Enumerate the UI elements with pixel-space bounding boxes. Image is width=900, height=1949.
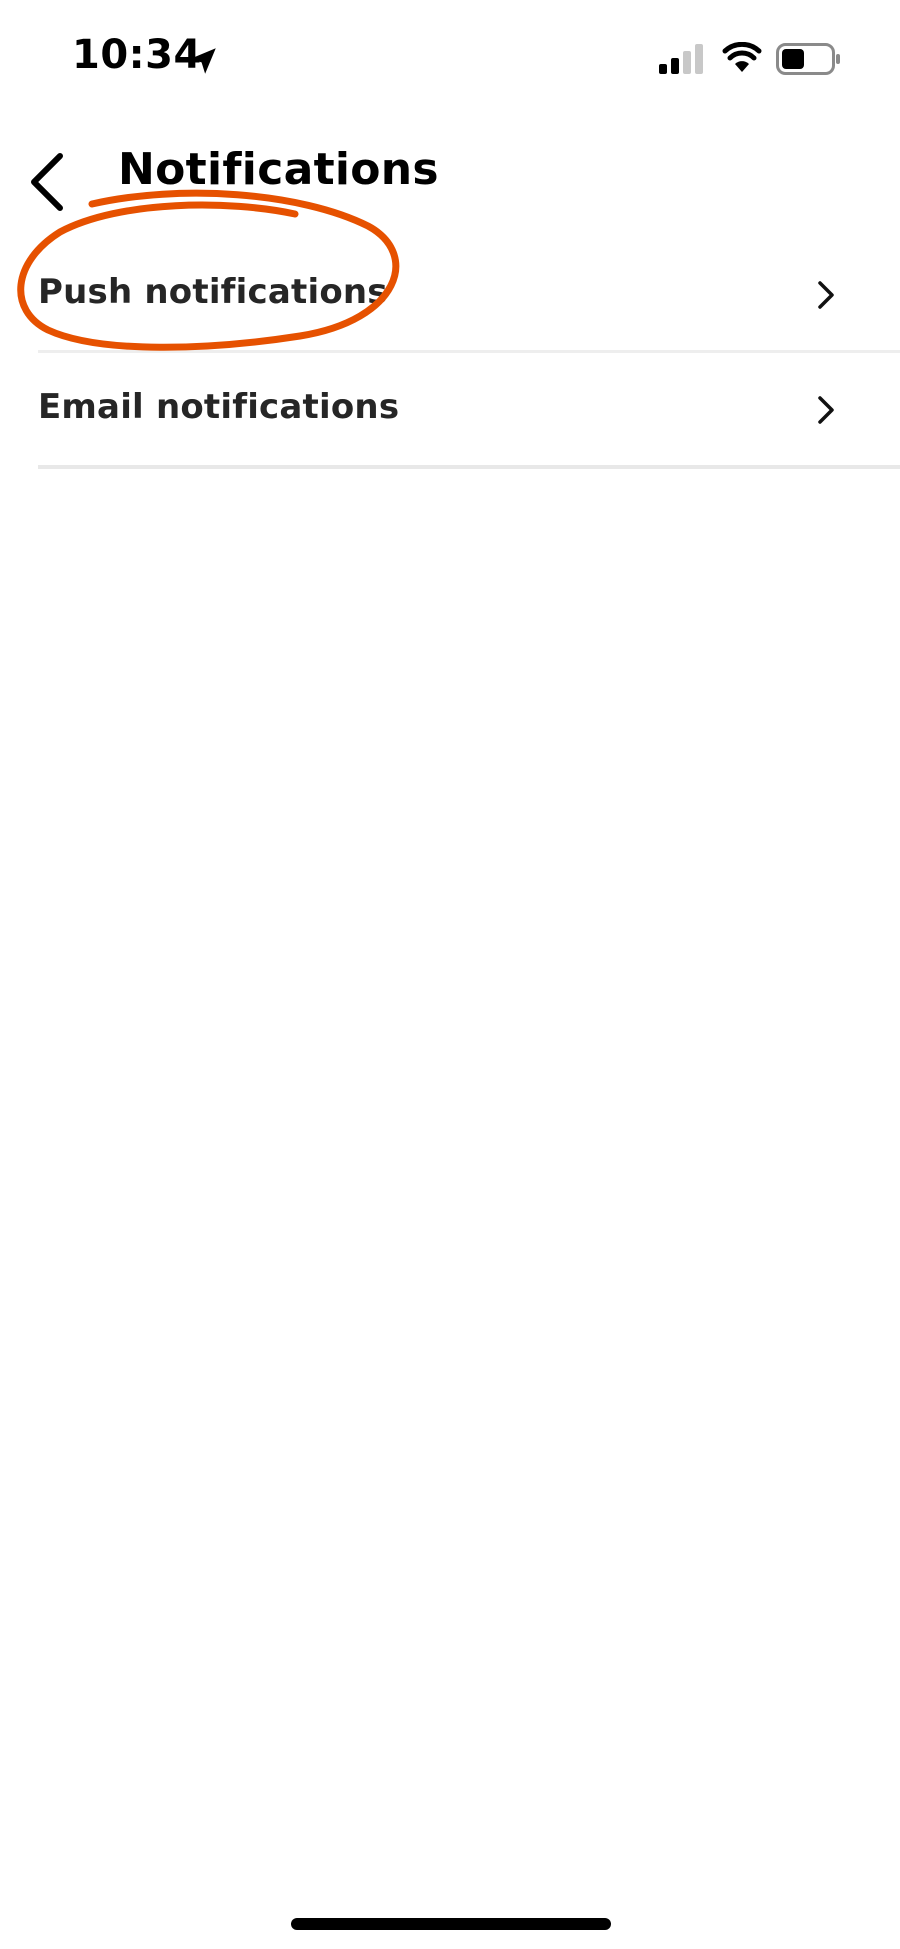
cellular-signal-icon (659, 44, 703, 74)
list-item-push-notifications[interactable]: Push notifications (38, 238, 900, 353)
back-button[interactable] (20, 140, 84, 220)
chevron-left-icon (31, 153, 63, 211)
chevron-right-icon (818, 396, 834, 424)
home-indicator (291, 1918, 611, 1930)
settings-list: Push notifications Email notifications (38, 238, 900, 469)
chevron-right-icon (818, 281, 834, 309)
wifi-icon (722, 42, 762, 72)
status-time: 10:34 (72, 32, 202, 78)
battery-icon (776, 43, 840, 75)
list-item-label: Email notifications (38, 387, 400, 427)
list-item-email-notifications[interactable]: Email notifications (38, 353, 900, 469)
list-item-label: Push notifications (38, 272, 388, 312)
header: Notifications (0, 130, 900, 230)
status-bar: 10:34 (0, 0, 900, 120)
location-arrow-icon (190, 48, 216, 74)
page-title: Notifications (118, 144, 439, 195)
